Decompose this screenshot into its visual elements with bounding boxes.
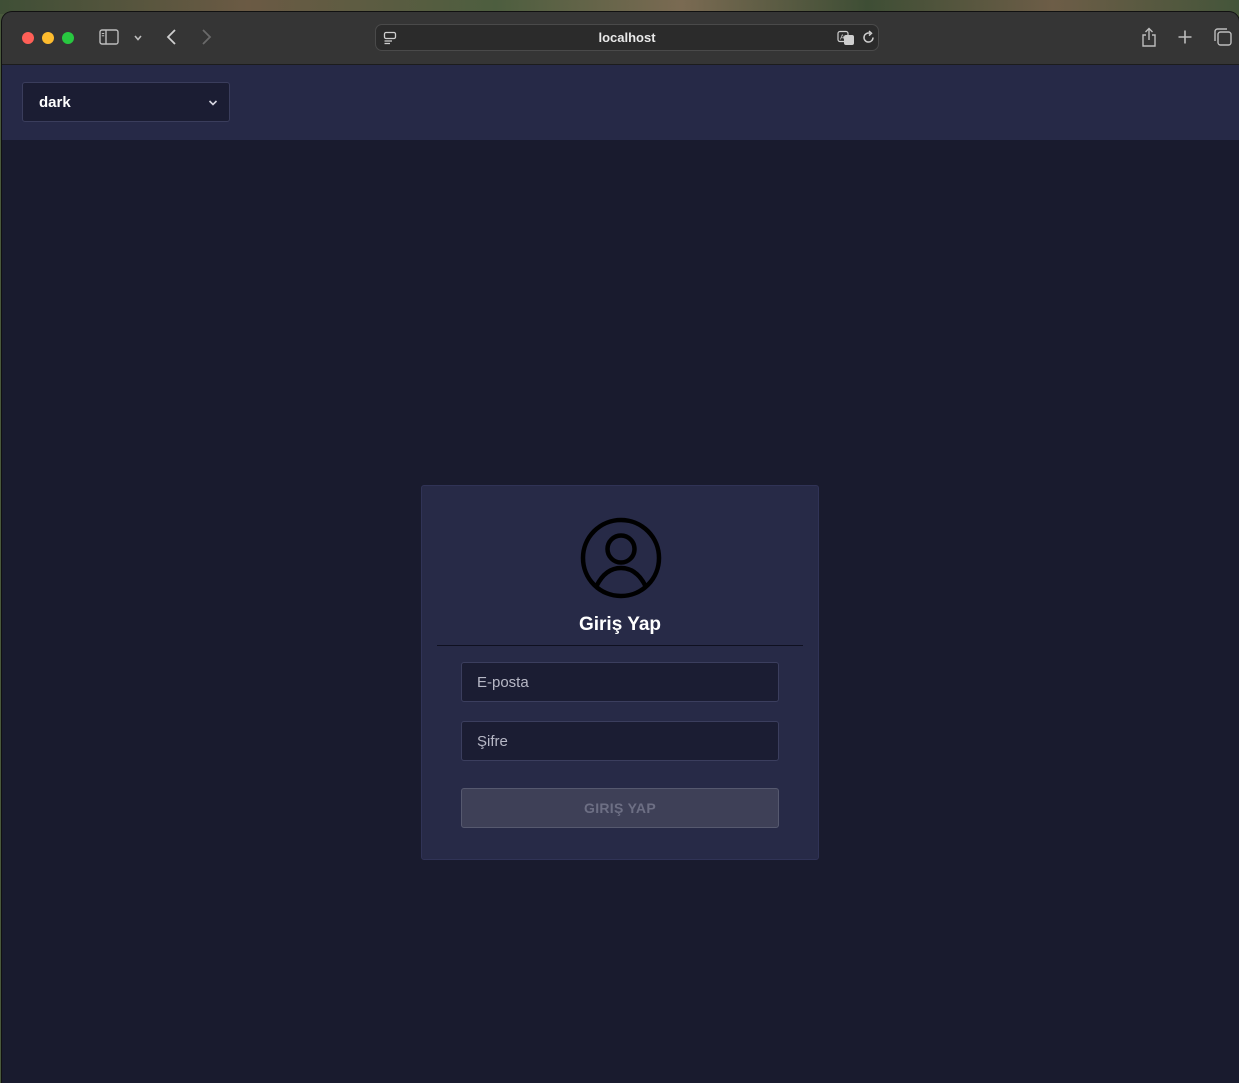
zoom-window-button[interactable] <box>62 32 74 44</box>
plus-icon[interactable] <box>1177 29 1193 45</box>
divider <box>437 645 803 646</box>
email-field[interactable] <box>461 662 779 702</box>
app-header: dark <box>2 65 1239 140</box>
chevron-down-icon[interactable] <box>133 34 143 42</box>
address-bar[interactable]: localhost A <box>375 24 879 51</box>
chevron-down-icon <box>207 96 219 114</box>
login-title: Giriş Yap <box>578 614 662 635</box>
chevron-left-icon[interactable] <box>165 28 179 46</box>
close-window-button[interactable] <box>22 32 34 44</box>
password-field[interactable] <box>461 721 779 761</box>
minimize-window-button[interactable] <box>42 32 54 44</box>
web-page: dark Giriş Yap GIRIŞ YAP <box>2 65 1239 1083</box>
browser-toolbar: localhost A <box>2 12 1239 65</box>
theme-select[interactable]: dark <box>22 82 230 122</box>
login-card: Giriş Yap GIRIŞ YAP <box>421 485 819 860</box>
theme-select-value: dark <box>39 94 71 111</box>
chevron-right-icon[interactable] <box>199 28 213 46</box>
account-circle-icon <box>579 516 663 600</box>
browser-window: localhost A dark Giriş Yap E-posta GIRIŞ… <box>2 12 1239 1083</box>
login-button[interactable]: GIRIŞ YAP <box>461 788 779 828</box>
svg-text:A: A <box>840 35 845 42</box>
share-icon[interactable] <box>1140 27 1158 47</box>
sidebar-icon[interactable] <box>99 29 119 45</box>
translate-icon[interactable]: A <box>837 30 855 46</box>
address-text: localhost <box>598 30 656 45</box>
tabs-icon[interactable] <box>1213 28 1233 46</box>
reload-icon[interactable] <box>861 30 876 45</box>
